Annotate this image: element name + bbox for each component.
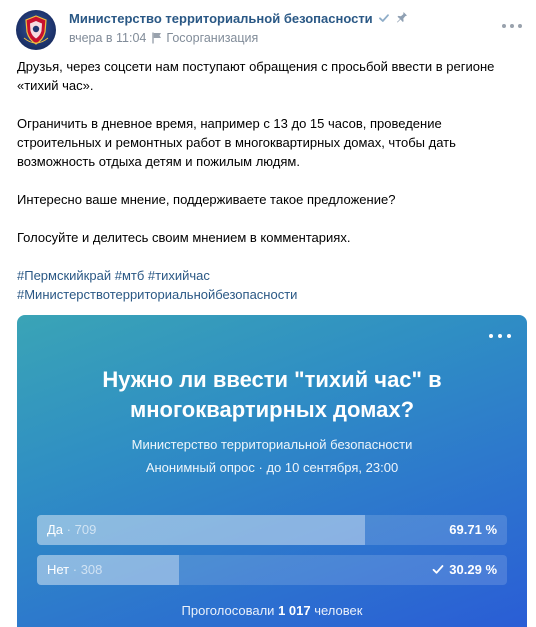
poll-total-prefix: Проголосовали	[181, 603, 275, 618]
poll-option-label: Нет · 308	[47, 562, 102, 577]
poll-option-count: · 308	[72, 562, 103, 577]
poll-more-dots-icon[interactable]	[489, 329, 511, 343]
post-header: Министерство территориальной безопасност…	[0, 0, 536, 54]
post-meta: вчера в 11:04 Госорганизация	[69, 31, 258, 47]
more-dots-icon[interactable]	[502, 18, 522, 34]
post-text: Друзья, через соцсети нам поступают обра…	[17, 57, 522, 304]
poll-author[interactable]: Министерство территориальной безопасност…	[17, 437, 527, 452]
author-name[interactable]: Министерство территориальной безопасност…	[69, 11, 408, 27]
hashtag-list: #Пермскийкрай #мтб #тихийчас #Министерст…	[17, 266, 522, 304]
poll-option-yes[interactable]: Да · 709 69.71 %	[37, 515, 507, 545]
poll-info: Анонимный опрос · до 10 сентября, 23:00	[145, 460, 399, 475]
poll-option-text: Да	[47, 522, 64, 537]
poll-total-count: 1 017	[278, 603, 311, 618]
hashtag-link[interactable]: #тихийчас	[148, 268, 210, 283]
hashtag-link[interactable]: #Министерствотерриториальнойбезопасности	[17, 287, 297, 302]
poll-option-percent: 30.29 %	[449, 562, 497, 577]
poll-option-percent-wrap: 30.29 %	[432, 562, 497, 578]
hashtag-link[interactable]: #мтб	[115, 268, 145, 283]
poll-option-label: Да · 709	[47, 522, 96, 537]
emblem-icon	[23, 15, 49, 45]
post-paragraph: Голосуйте и делитесь своим мнением в ком…	[17, 230, 351, 245]
author-name-text[interactable]: Министерство территориальной безопасност…	[69, 11, 373, 26]
flag-icon	[152, 32, 162, 47]
post-paragraph: Ограничить в дневное время, например с 1…	[17, 116, 456, 169]
poll-option-percent: 69.71 %	[449, 522, 497, 537]
poll-option-count: · 709	[66, 522, 97, 537]
poll-card: Нужно ли ввести "тихий час" в многокварт…	[17, 315, 527, 627]
poll-total-suffix: человек	[314, 603, 363, 618]
pin-icon	[396, 11, 408, 27]
post-paragraph: Интересно ваше мнение, поддерживаете так…	[17, 192, 396, 207]
poll-question: Нужно ли ввести "тихий час" в многокварт…	[102, 367, 442, 422]
post-category: Госорганизация	[166, 31, 259, 45]
post-paragraph: Друзья, через соцсети нам поступают обра…	[17, 59, 495, 93]
check-icon	[378, 12, 390, 27]
hashtag-link[interactable]: #Пермскийкрай	[17, 268, 111, 283]
poll-option-no[interactable]: Нет · 308 30.29 %	[37, 555, 507, 585]
voted-check-icon	[432, 563, 444, 578]
poll-total[interactable]: Проголосовали 1 017 человек	[17, 603, 527, 618]
community-avatar[interactable]	[16, 10, 56, 50]
post-time[interactable]: вчера в 11:04	[69, 31, 146, 45]
poll-option-text: Нет	[47, 562, 70, 577]
